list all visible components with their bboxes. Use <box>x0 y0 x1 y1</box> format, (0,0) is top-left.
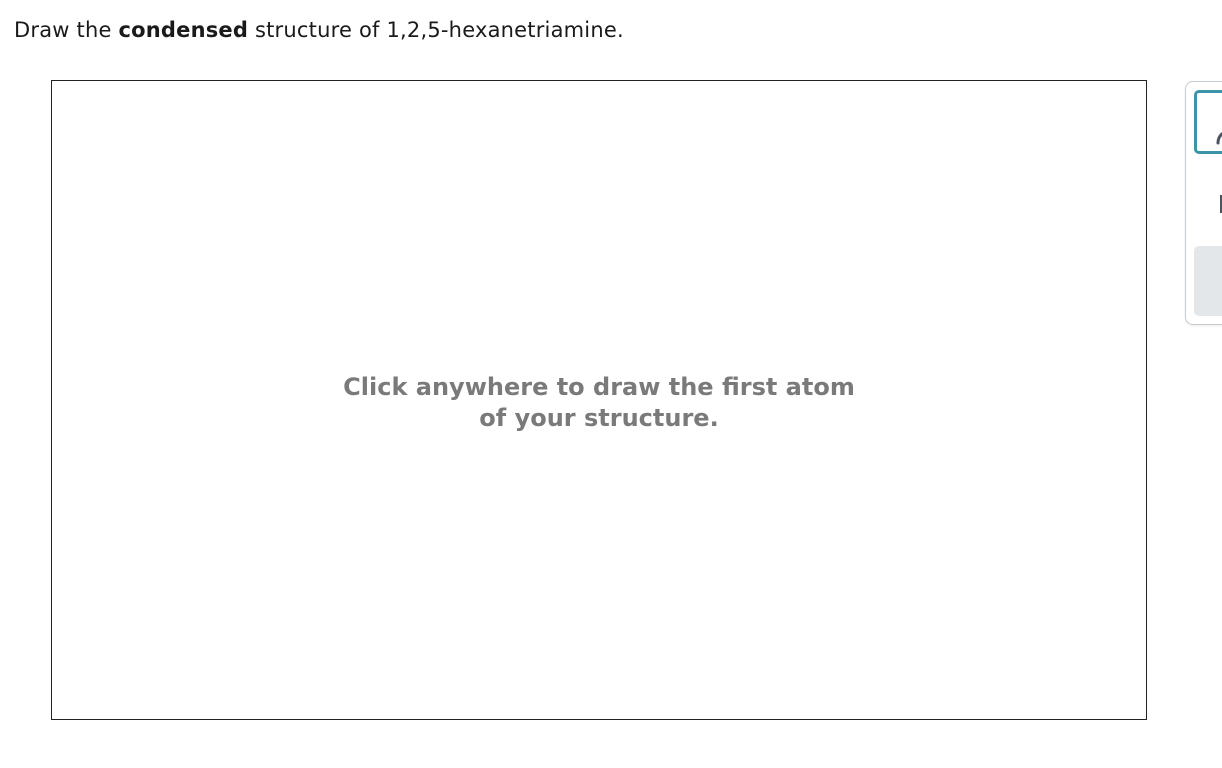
question-prefix: Draw the <box>14 18 119 42</box>
canvas-hint: Click anywhere to draw the first atom of… <box>52 372 1146 434</box>
erase-tool-button[interactable] <box>1194 246 1222 316</box>
canvas-hint-line2: of your structure. <box>479 404 719 432</box>
drawing-canvas[interactable]: Click anywhere to draw the first atom of… <box>51 80 1147 720</box>
question-suffix: structure of 1,2,5-hexanetriamine. <box>248 18 624 42</box>
drawing-toolbar <box>1185 81 1222 325</box>
question-text: Draw the condensed structure of 1,2,5-he… <box>14 17 624 43</box>
selection-box-icon <box>1220 195 1222 213</box>
question-emphasis: condensed <box>118 18 249 42</box>
select-tool-button[interactable] <box>1218 194 1222 214</box>
canvas-hint-line1: Click anywhere to draw the first atom <box>343 373 855 401</box>
draw-tool-button[interactable] <box>1194 90 1222 154</box>
pencil-icon <box>1216 132 1222 145</box>
